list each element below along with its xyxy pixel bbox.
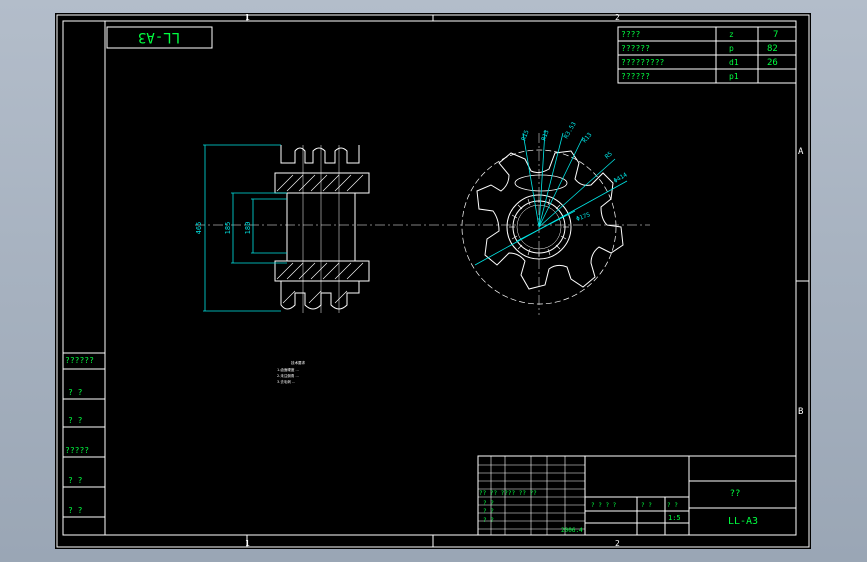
title-mid-1: ? ?: [641, 502, 652, 509]
dim-r13-b: R13: [581, 131, 594, 144]
zone-label-right-a: A: [798, 147, 804, 157]
note-3: 3.去毛刺 ...: [277, 379, 295, 384]
stamp-label: LL-A3: [138, 29, 180, 45]
dim-bore-diameter: Φ175: [575, 211, 591, 223]
param-symbol-teeth: z: [729, 30, 734, 39]
param-value-roller: 26: [767, 58, 778, 68]
drawing-code-stamp: LL-A3: [106, 26, 213, 49]
strip-label-4: ? ?: [68, 476, 83, 485]
cad-viewport[interactable]: 1 2 1 2 A B LL-A3 ???? z 7 ?????? p 82 ?…: [0, 0, 867, 562]
title-drawing-code: LL-A3: [728, 516, 758, 527]
strip-label-0: ??????: [65, 356, 94, 365]
strip-label-3: ?????: [65, 446, 89, 455]
title-block: ?? LL-A3 1:5 ?? ?? ???? ?? ?? ? ? ? ? ? …: [477, 455, 797, 536]
dim-r13-a: R13: [540, 129, 550, 142]
dim-hub-height: 185: [224, 222, 232, 235]
param-symbol-p1: p1: [729, 72, 739, 81]
technical-notes: 技术要求 1.齿面硬度 ... 2.未注倒角 ... 3.去毛刺 ...: [277, 360, 305, 384]
drawing-sheet[interactable]: 1 2 1 2 A B LL-A3 ???? z 7 ?????? p 82 ?…: [55, 13, 811, 549]
title-mid-2: ? ?: [667, 502, 678, 509]
dim-r15: R15: [520, 129, 530, 142]
inner-border: [62, 20, 797, 536]
zone-label-bottom-1: 1: [245, 539, 250, 548]
dim-bore: 180: [244, 222, 252, 235]
front-dimensions: R15 R13 R3.53 R13 R5 Φ414 Φ175: [474, 121, 629, 266]
dim-pitch-diameter: Φ414: [613, 171, 629, 184]
strip-label-5: ? ?: [68, 506, 83, 515]
dim-r3-53: R3.53: [563, 121, 578, 140]
title-row-3: ? ?: [483, 517, 494, 524]
dim-r5: R5: [604, 150, 614, 160]
zone-label-top-2: 2: [615, 13, 620, 22]
param-value-teeth: 7: [773, 30, 778, 40]
param-symbol-pitch: p: [729, 44, 734, 53]
zone-label-bottom-2: 2: [615, 539, 620, 548]
drawing-canvas[interactable]: 1 2 1 2 A B LL-A3 ???? z 7 ?????? p 82 ?…: [55, 13, 811, 549]
title-scale: 1:5: [668, 514, 681, 522]
param-name-roller: ?????????: [621, 58, 665, 67]
zone-label-top-1: 1: [245, 13, 250, 22]
param-value-pitch: 82: [767, 44, 778, 54]
note-1: 1.齿面硬度 ...: [277, 367, 299, 372]
title-row-1: ? ?: [483, 500, 494, 507]
param-name-teeth: ????: [621, 30, 640, 39]
sprocket-side-section: [274, 145, 370, 313]
parameter-table: ???? z 7 ?????? p 82 ????????? d1 26 ???…: [617, 26, 797, 84]
outer-border: [56, 14, 810, 548]
title-date: 2006.4: [561, 527, 583, 534]
left-signature-strip: ?????? ? ? ? ? ????? ? ? ? ?: [62, 352, 106, 536]
title-row-0: ?? ?? ???? ?? ??: [479, 490, 537, 497]
title-mid-0: ? ? ? ?: [591, 502, 617, 509]
param-name-pitch: ??????: [621, 44, 650, 53]
title-part-name: ??: [730, 489, 741, 499]
side-dimensions: 465 185 180: [195, 144, 287, 312]
zone-label-right-b: B: [798, 407, 803, 417]
param-name-p1: ??????: [621, 72, 650, 81]
title-row-2: ? ?: [483, 508, 494, 515]
note-title: 技术要求: [291, 360, 305, 365]
strip-label-1: ? ?: [68, 388, 83, 397]
strip-label-2: ? ?: [68, 416, 83, 425]
note-2: 2.未注倒角 ...: [277, 373, 299, 378]
dim-overall-height: 465: [195, 222, 203, 235]
param-symbol-roller: d1: [729, 58, 739, 67]
